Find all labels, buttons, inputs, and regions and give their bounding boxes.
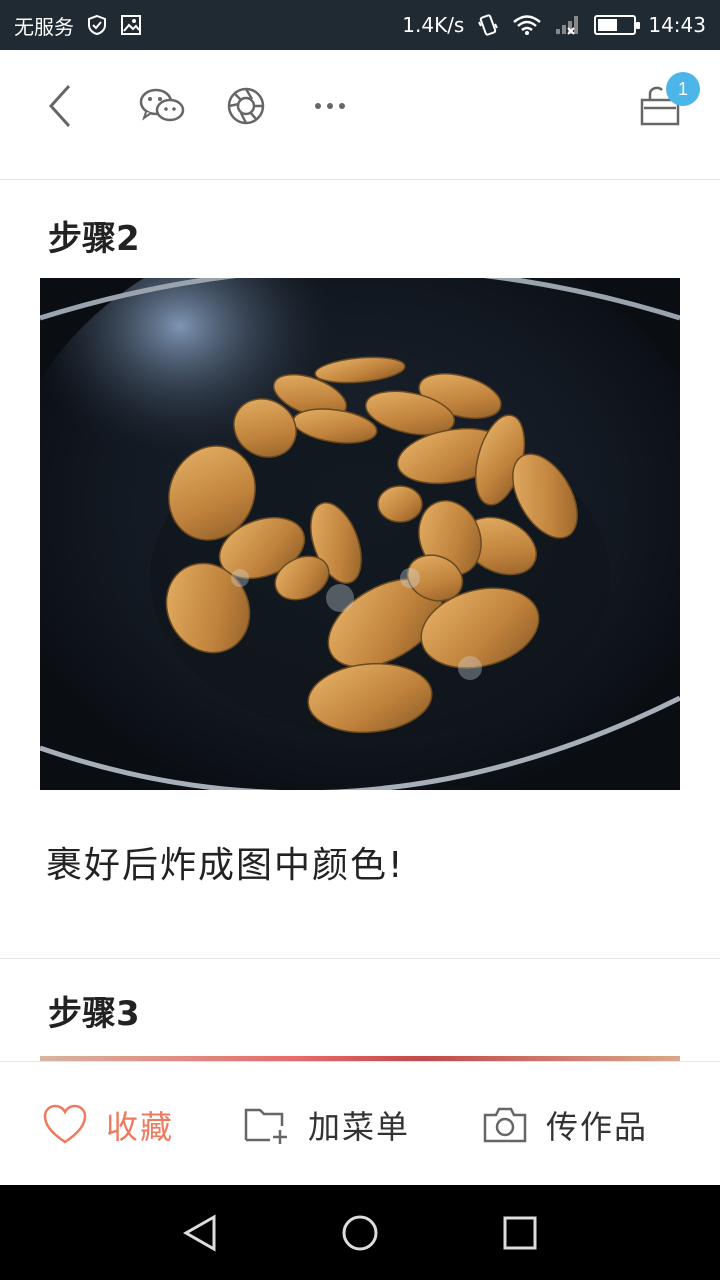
circle-home-icon — [342, 1215, 378, 1251]
add-menu-button[interactable]: 加菜单 — [244, 1102, 410, 1148]
step-description: 裹好后炸成图中颜色! — [46, 845, 405, 886]
nav-home-button[interactable] — [340, 1213, 380, 1253]
recipe-steps: 步骤2 裹好后炸成图中颜色! 步骤3 — [0, 181, 720, 1061]
more-button[interactable] — [304, 80, 356, 132]
share-moments-button[interactable] — [220, 80, 272, 132]
upload-work-button[interactable]: 传作品 — [482, 1102, 648, 1148]
camera-icon — [483, 1107, 527, 1143]
favorite-button[interactable]: 收藏 — [42, 1102, 174, 1148]
battery-icon — [594, 15, 641, 35]
step-photo — [40, 278, 680, 790]
divider — [0, 958, 720, 959]
nav-recents-button[interactable] — [500, 1213, 540, 1253]
step-title: 步骤3 — [48, 994, 140, 1034]
clock: 14:43 — [648, 13, 706, 37]
back-icon — [48, 84, 71, 128]
net-speed: 1.4K/s — [402, 13, 465, 37]
moments-icon — [227, 87, 265, 125]
nav-back-button[interactable] — [180, 1213, 220, 1253]
add-menu-label: 加菜单 — [308, 1108, 411, 1146]
status-bar: 无服务 1.4K/s 14:43 — [0, 0, 720, 50]
triangle-back-icon — [182, 1214, 216, 1252]
image-icon — [120, 14, 142, 36]
vibrate-icon — [476, 13, 500, 37]
basket-button[interactable]: 1 — [634, 72, 700, 132]
square-recents-icon — [503, 1216, 537, 1250]
wifi-icon — [512, 14, 542, 36]
cart-badge: 1 — [666, 72, 700, 106]
favorite-label: 收藏 — [106, 1108, 175, 1146]
heart-icon — [43, 1104, 87, 1144]
wechat-icon — [139, 88, 185, 122]
share-wechat-button[interactable] — [136, 80, 188, 132]
signal-icon — [554, 14, 582, 36]
more-icon — [315, 103, 345, 109]
bottom-action-bar: 收藏 加菜单 传作品 — [0, 1061, 720, 1185]
folder-add-icon — [244, 1108, 287, 1144]
system-nav-bar — [0, 1185, 720, 1280]
top-toolbar: 1 — [0, 50, 720, 180]
carrier-label: 无服务 — [14, 14, 74, 39]
back-button[interactable] — [34, 80, 86, 132]
upload-work-label: 传作品 — [546, 1108, 649, 1146]
shield-icon — [86, 14, 108, 36]
step-title: 步骤2 — [48, 219, 140, 259]
